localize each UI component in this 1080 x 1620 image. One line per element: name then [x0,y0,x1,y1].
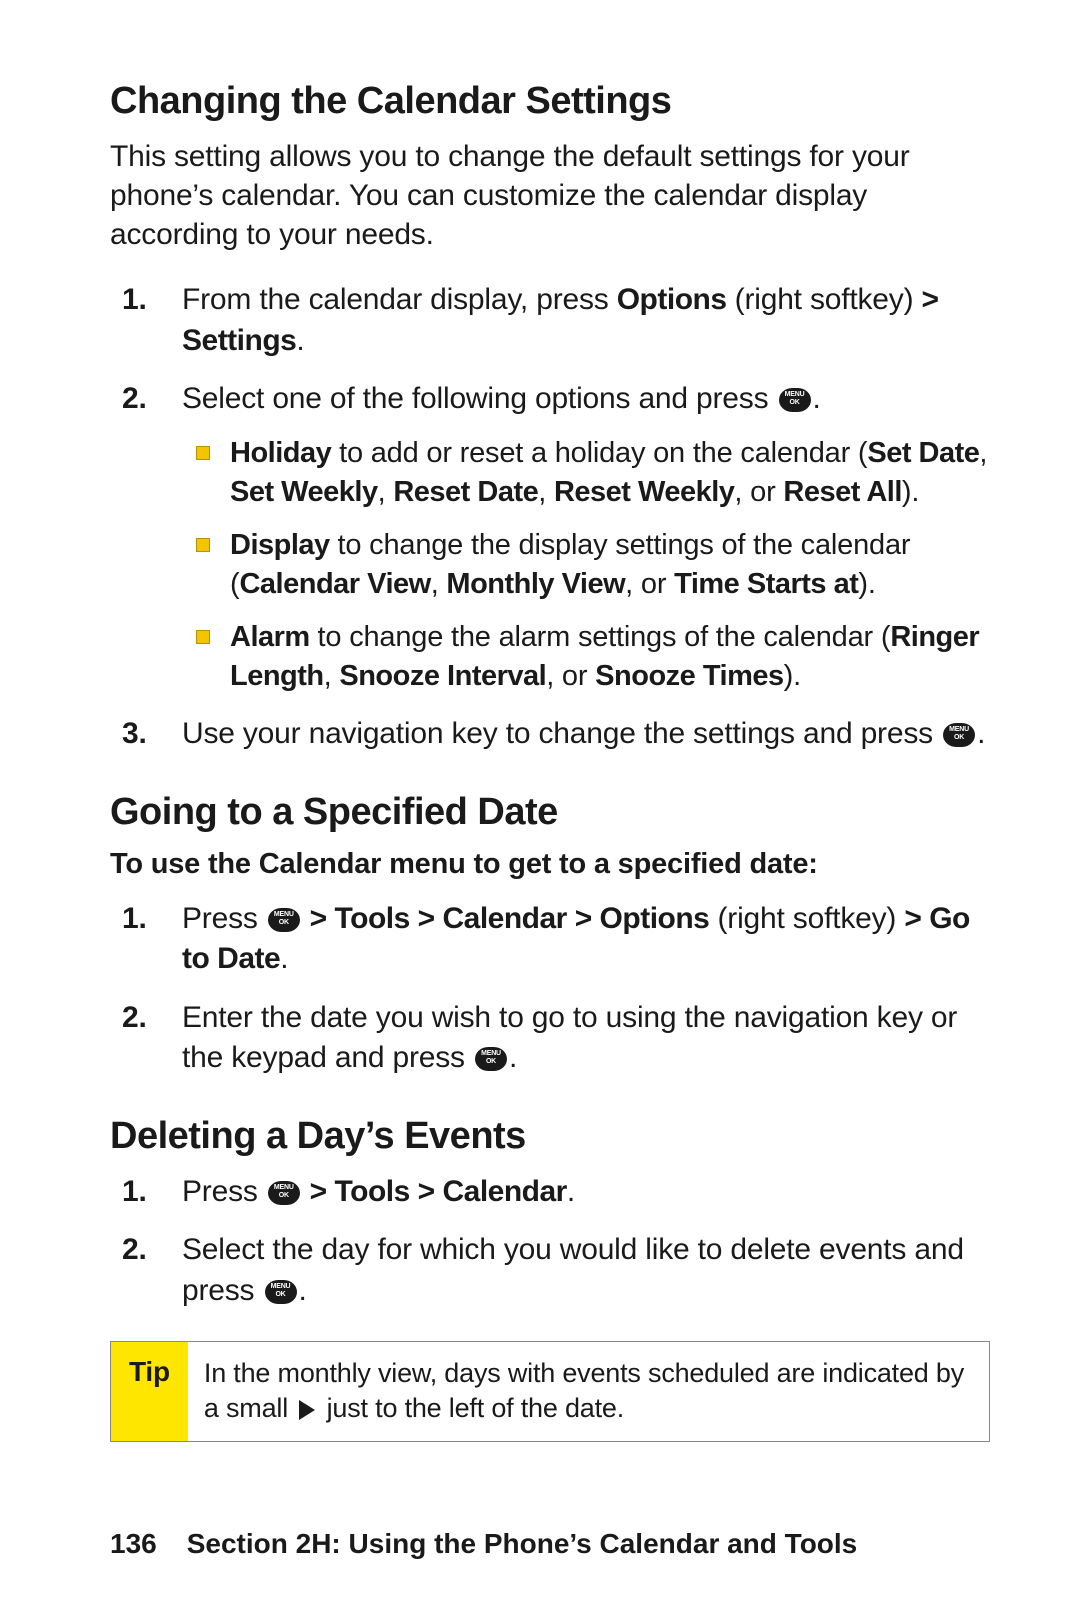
bold-text: Snooze Interval [339,660,546,692]
text: , [378,476,394,508]
text: , [979,437,987,469]
bold-text: > Tools > Calendar [302,1175,567,1208]
tip-box: Tip In the monthly view, days with event… [110,1341,990,1441]
triangle-right-icon [299,1400,315,1420]
bullet-item: Alarm to change the alarm settings of th… [226,618,990,696]
bold-text: Reset Weekly [554,476,734,508]
text: . [567,1175,575,1208]
text: (right softkey) [727,283,922,316]
bold-text: Monthly View [446,568,625,600]
text: Select one of the following options and … [182,382,777,415]
bullet-item: Display to change the display settings o… [226,526,990,604]
bold-text: Snooze Times [595,660,783,692]
menu-ok-icon [268,908,300,932]
text: ). [902,476,919,508]
text: , [431,568,447,600]
text: (right softkey) [709,902,904,935]
section-going-to-date: Going to a Specified Date To use the Cal… [110,791,990,1079]
text: From the calendar display, press [182,283,617,316]
text: , or [546,660,595,692]
steps-list: Press > Tools > Calendar. Select the day… [110,1172,990,1312]
page-number: 136 [110,1528,157,1559]
step-item: Press > Tools > Calendar > Options (righ… [170,899,990,980]
tip-label: Tip [111,1342,188,1440]
step-item: Use your navigation key to change the se… [170,714,990,755]
text: . [509,1041,517,1074]
bold-text: Reset All [783,476,902,508]
heading-changing-calendar-settings: Changing the Calendar Settings [110,80,990,123]
text: Press [182,902,266,935]
bold-text: Reset Date [393,476,538,508]
page-footer: 136 Section 2H: Using the Phone’s Calenda… [110,1528,857,1560]
step-item: Enter the date you wish to go to using t… [170,998,990,1079]
step-item: Press > Tools > Calendar. [170,1172,990,1213]
text: . [296,324,304,357]
text: . [280,942,288,975]
section-label: Section 2H: Using the Phone’s Calendar a… [187,1528,858,1559]
text: ). [784,660,801,692]
text: Press [182,1175,266,1208]
subheading: To use the Calendar menu to get to a spe… [110,848,990,881]
text: . [977,717,985,750]
bold-text: Set Weekly [230,476,378,508]
bold-text: > Tools > Calendar > Options [302,902,710,935]
text: Enter the date you wish to go to using t… [182,1001,957,1075]
text: just to the left of the date. [319,1393,624,1423]
bold-text: Display [230,529,330,561]
text: , [324,660,340,692]
text: , or [625,568,674,600]
text: . [299,1274,307,1307]
menu-ok-icon [779,388,811,412]
sub-bullet-list: Holiday to add or reset a holiday on the… [182,434,990,697]
text: Use your navigation key to change the se… [182,717,941,750]
manual-page: Changing the Calendar Settings This sett… [0,0,1080,1442]
menu-ok-icon [943,723,975,747]
bold-text: Options [617,283,727,316]
text: , or [734,476,783,508]
heading-deleting-day-events: Deleting a Day’s Events [110,1115,990,1158]
steps-list: Press > Tools > Calendar > Options (righ… [110,899,990,1079]
tip-body: In the monthly view, days with events sc… [188,1342,989,1440]
text: to add or reset a holiday on the calenda… [331,437,867,469]
intro-paragraph: This setting allows you to change the de… [110,137,990,254]
bold-text: Set Date [867,437,979,469]
bold-text: Alarm [230,621,310,653]
text: to change the alarm settings of the cale… [310,621,891,653]
bold-text: Calendar View [239,568,430,600]
text: . [813,382,821,415]
step-item: Select the day for which you would like … [170,1230,990,1311]
steps-list: From the calendar display, press Options… [110,280,990,755]
heading-going-to-specified-date: Going to a Specified Date [110,791,990,834]
step-item: From the calendar display, press Options… [170,280,990,361]
menu-ok-icon [268,1181,300,1205]
step-item: Select one of the following options and … [170,379,990,696]
section-deleting-day-events: Deleting a Day’s Events Press > Tools > … [110,1115,990,1442]
bold-text: Holiday [230,437,331,469]
text: ). [858,568,875,600]
menu-ok-icon [475,1047,507,1071]
bullet-item: Holiday to add or reset a holiday on the… [226,434,990,512]
menu-ok-icon [265,1280,297,1304]
bold-text: Time Starts at [674,568,858,600]
text: , [538,476,554,508]
